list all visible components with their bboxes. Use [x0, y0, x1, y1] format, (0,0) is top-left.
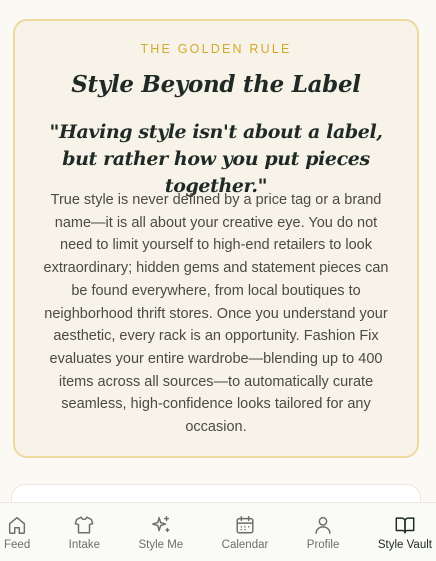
tab-feed[interactable]: Feed	[4, 503, 30, 561]
tab-style-vault[interactable]: Style Vault	[378, 503, 432, 561]
tab-calendar-label: Calendar	[221, 539, 269, 551]
bottom-tab-bar: Feed Intake Style Me Calendar Profile St…	[0, 502, 436, 561]
golden-rule-body: True style is never defined by a price t…	[43, 192, 389, 436]
golden-rule-quote: "Having style isn't about a label, but r…	[49, 121, 383, 197]
tab-profile[interactable]: Profile	[306, 503, 340, 561]
tab-style-vault-label: Style Vault	[377, 539, 432, 551]
tab-calendar[interactable]: Calendar	[221, 503, 269, 561]
tab-style-me-label: Style Me	[138, 539, 184, 551]
shirt-icon	[74, 516, 94, 534]
golden-rule-title: Style Beyond the Label	[71, 71, 361, 98]
tab-intake-label: Intake	[68, 539, 100, 551]
golden-rule-card: THE GOLDEN RULE Style Beyond the Label "…	[13, 19, 419, 458]
tab-intake[interactable]: Intake	[69, 503, 100, 561]
golden-rule-eyebrow: THE GOLDEN RULE	[140, 42, 292, 56]
sparkles-icon	[151, 516, 170, 533]
tab-feed-label: Feed	[4, 539, 31, 551]
tab-profile-label: Profile	[306, 539, 340, 551]
calendar-icon	[236, 516, 254, 534]
user-icon	[315, 516, 331, 534]
home-icon	[9, 516, 26, 534]
tab-style-me[interactable]: Style Me	[138, 503, 183, 561]
book-open-icon	[395, 517, 415, 534]
